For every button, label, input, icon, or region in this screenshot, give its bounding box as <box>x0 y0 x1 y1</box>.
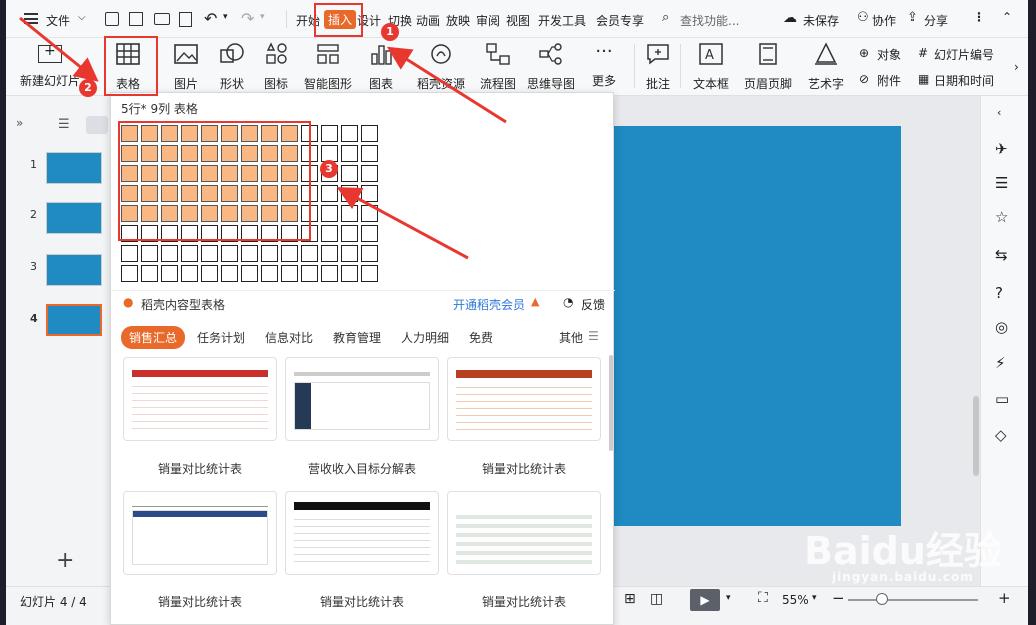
app-window: 文件 ⌵ ↶ ▾ ↷ ▾ 开始 插入 设计 切换 动画 放映 审阅 视图 开发工… <box>6 0 1028 625</box>
watermark-logo: Baidu经验 <box>804 529 1002 573</box>
watermark-url: jingyan.baidu.com <box>832 570 974 584</box>
